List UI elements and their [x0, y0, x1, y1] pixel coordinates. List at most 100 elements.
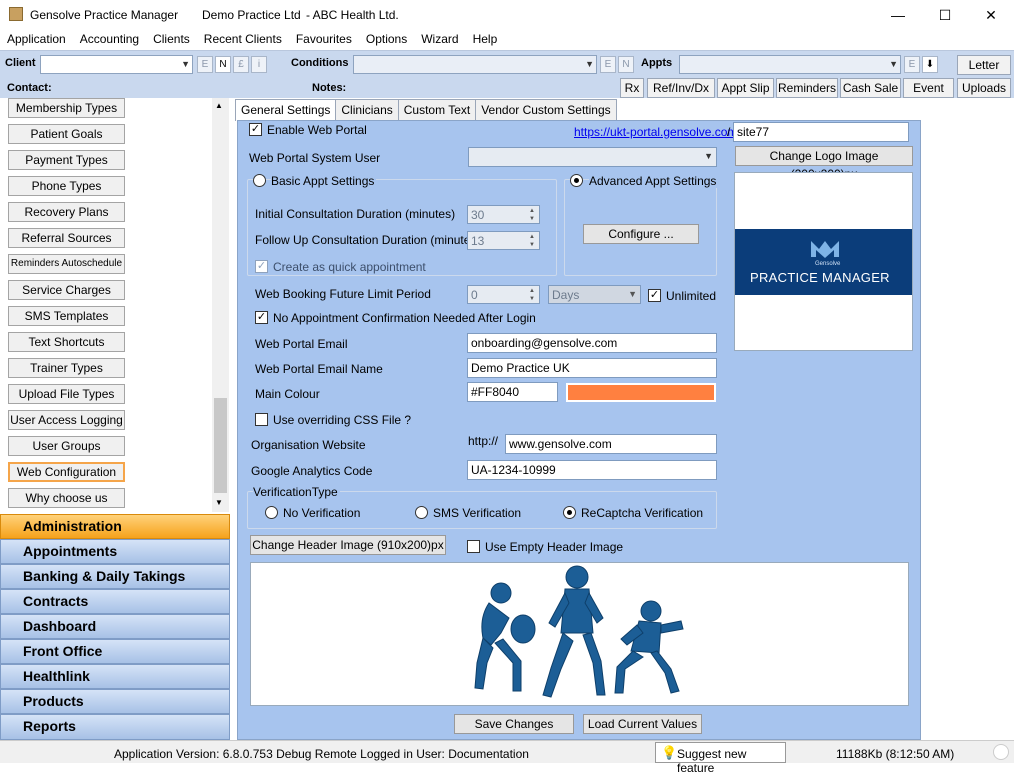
- tab-custom-text[interactable]: Custom Text: [397, 99, 477, 120]
- list-item-referral-sources[interactable]: Referral Sources: [8, 228, 125, 248]
- nav-appointments[interactable]: Appointments: [0, 539, 230, 564]
- nav-healthlink[interactable]: Healthlink: [0, 664, 230, 689]
- advanced-appt-radio[interactable]: [570, 174, 583, 187]
- ref-inv-dx-button[interactable]: Ref/Inv/Dx: [647, 78, 715, 98]
- nav-front-office[interactable]: Front Office: [0, 639, 230, 664]
- colour-input[interactable]: #FF8040: [467, 382, 558, 402]
- tab-vendor-custom-settings[interactable]: Vendor Custom Settings: [475, 99, 617, 120]
- conditions-combo[interactable]: ▼: [353, 55, 597, 74]
- menu-help[interactable]: Help: [466, 30, 505, 50]
- tab-clinicians[interactable]: Clinicians: [335, 99, 399, 120]
- list-item-text-shortcuts[interactable]: Text Shortcuts: [8, 332, 125, 352]
- nav-reports[interactable]: Reports: [0, 714, 230, 740]
- download-icon[interactable]: ⬇: [922, 56, 938, 73]
- list-item-user-access-logging[interactable]: User Access Logging: [8, 410, 125, 430]
- list-item-patient-goals[interactable]: Patient Goals: [8, 124, 125, 144]
- booking-limit-value: 0: [471, 288, 478, 302]
- conditions-notes-button[interactable]: N: [618, 56, 634, 73]
- appts-edit-button[interactable]: E: [904, 56, 920, 73]
- menu-application[interactable]: Application: [0, 30, 73, 50]
- client-account-button[interactable]: £: [233, 56, 249, 73]
- list-item-membership-types[interactable]: Membership Types: [8, 98, 125, 118]
- client-notes-button[interactable]: N: [215, 56, 231, 73]
- suggest-feature-button[interactable]: 💡 Suggest new feature: [655, 742, 786, 775]
- list-item-reminders-autoschedule[interactable]: Reminders Autoschedule: [8, 254, 125, 274]
- nav-administration[interactable]: Administration: [0, 514, 230, 539]
- save-changes-button[interactable]: Save Changes: [454, 714, 574, 734]
- client-toolbar: Client ▼ E N £ i Conditions ▼ E N Appts …: [0, 50, 1014, 98]
- change-logo-button[interactable]: Change Logo Image (200x200)px: [735, 146, 913, 181]
- tab-general-settings[interactable]: General Settings: [235, 99, 337, 121]
- cash-sale-button[interactable]: Cash Sale: [840, 78, 901, 98]
- list-item-why-choose-us[interactable]: Why choose us: [8, 488, 125, 508]
- sms-verification-radio[interactable]: [415, 506, 428, 519]
- nav-banking[interactable]: Banking & Daily Takings: [0, 564, 230, 589]
- system-user-combo[interactable]: ▼: [468, 147, 717, 167]
- client-combo[interactable]: ▼: [40, 55, 193, 74]
- menu-recent-clients[interactable]: Recent Clients: [197, 30, 289, 50]
- basic-appt-radio[interactable]: [253, 174, 266, 187]
- scroll-thumb[interactable]: [214, 398, 227, 493]
- org-name: - ABC Health Ltd.: [306, 8, 399, 22]
- initial-duration-input[interactable]: 30 ▲ ▼: [467, 205, 540, 224]
- list-item-upload-file-types[interactable]: Upload File Types: [8, 384, 125, 404]
- menu-clients[interactable]: Clients: [146, 30, 197, 50]
- list-scrollbar[interactable]: ▲ ▼: [212, 98, 229, 512]
- client-info-button[interactable]: i: [251, 56, 267, 73]
- list-item-trainer-types[interactable]: Trainer Types: [8, 358, 125, 378]
- list-item-sms-templates[interactable]: SMS Templates: [8, 306, 125, 326]
- load-values-button[interactable]: Load Current Values: [583, 714, 702, 734]
- list-item-service-charges[interactable]: Service Charges: [8, 280, 125, 300]
- nav-products[interactable]: Products: [0, 689, 230, 714]
- no-verification-radio[interactable]: [265, 506, 278, 519]
- event-button[interactable]: Event: [903, 78, 954, 98]
- booking-limit-input[interactable]: 0 ▲ ▼: [467, 285, 540, 304]
- list-item-web-configuration[interactable]: Web Configuration: [8, 462, 125, 482]
- website-input[interactable]: www.gensolve.com: [505, 434, 717, 454]
- empty-header-checkbox[interactable]: [467, 540, 480, 553]
- analytics-input[interactable]: UA-1234-10999: [467, 460, 717, 480]
- quick-appt-checkbox[interactable]: ✓: [255, 260, 268, 273]
- athletes-header-image: [474, 565, 684, 698]
- minimize-icon[interactable]: —: [875, 0, 921, 30]
- css-checkbox[interactable]: [255, 413, 268, 426]
- colour-swatch[interactable]: [566, 383, 716, 402]
- list-item-recovery-plans[interactable]: Recovery Plans: [8, 202, 125, 222]
- list-item-user-groups[interactable]: User Groups: [8, 436, 125, 456]
- spinner-icon[interactable]: ▲ ▼: [526, 233, 538, 249]
- scroll-down-icon[interactable]: ▼: [215, 498, 223, 507]
- unlimited-checkbox[interactable]: ✓: [648, 289, 661, 302]
- recaptcha-radio[interactable]: [563, 506, 576, 519]
- appts-combo[interactable]: ▼: [679, 55, 901, 74]
- letter-button[interactable]: Letter: [957, 55, 1011, 75]
- client-edit-button[interactable]: E: [197, 56, 213, 73]
- email-name-input[interactable]: Demo Practice UK: [467, 358, 717, 378]
- menu-accounting[interactable]: Accounting: [73, 30, 146, 50]
- close-icon[interactable]: ✕: [968, 0, 1014, 30]
- nav-dashboard[interactable]: Dashboard: [0, 614, 230, 639]
- menu-wizard[interactable]: Wizard: [414, 30, 465, 50]
- conditions-edit-button[interactable]: E: [600, 56, 616, 73]
- uploads-button[interactable]: Uploads: [957, 78, 1011, 98]
- nav-contracts[interactable]: Contracts: [0, 589, 230, 614]
- followup-duration-input[interactable]: 13 ▲ ▼: [467, 231, 540, 250]
- maximize-icon[interactable]: ☐: [922, 0, 968, 30]
- site-input[interactable]: site77: [733, 122, 909, 142]
- scroll-up-icon[interactable]: ▲: [215, 101, 223, 110]
- enable-web-portal-checkbox[interactable]: ✓: [249, 123, 262, 136]
- portal-link[interactable]: https://ukt-portal.gensolve.com: [574, 125, 737, 139]
- list-item-payment-types[interactable]: Payment Types: [8, 150, 125, 170]
- list-item-phone-types[interactable]: Phone Types: [8, 176, 125, 196]
- reminders-button[interactable]: Reminders: [776, 78, 838, 98]
- no-confirm-checkbox[interactable]: ✓: [255, 311, 268, 324]
- email-input[interactable]: onboarding@gensolve.com: [467, 333, 717, 353]
- spinner-icon[interactable]: ▲ ▼: [526, 207, 538, 223]
- menu-favourites[interactable]: Favourites: [289, 30, 359, 50]
- menu-options[interactable]: Options: [359, 30, 414, 50]
- days-combo[interactable]: Days ▼: [548, 285, 641, 304]
- configure-button[interactable]: Configure ...: [583, 224, 699, 244]
- rx-button[interactable]: Rx: [620, 78, 644, 98]
- appt-slip-button[interactable]: Appt Slip: [717, 78, 774, 98]
- change-header-button[interactable]: Change Header Image (910x200)px: [250, 535, 446, 555]
- spinner-icon[interactable]: ▲ ▼: [526, 287, 538, 303]
